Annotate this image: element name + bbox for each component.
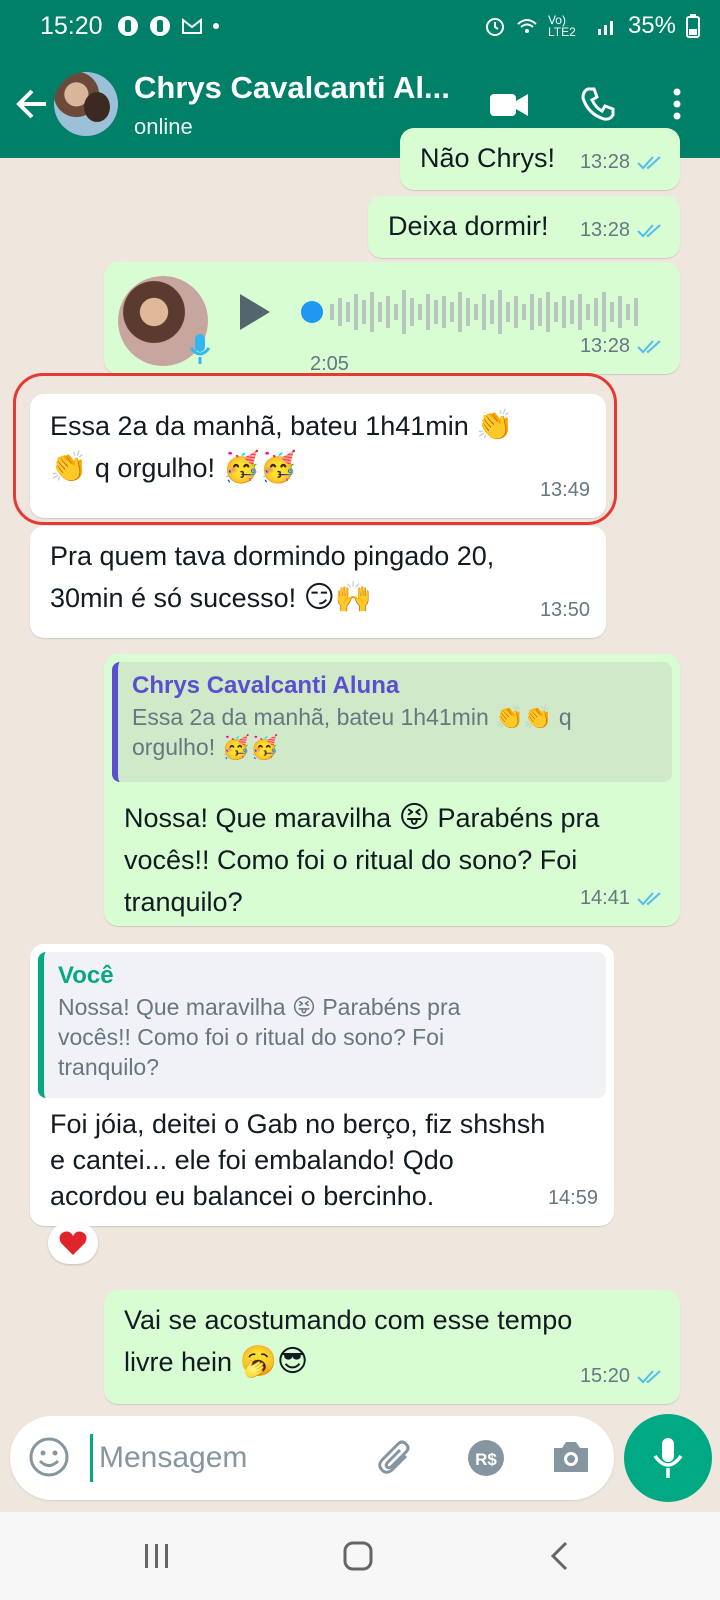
emoji-icon[interactable] (28, 1436, 70, 1478)
quote-text-line: tranquilo? (58, 1054, 160, 1080)
alarm-icon (485, 18, 504, 36)
quote-text-line: Parabéns pra (322, 994, 461, 1020)
message-meta: 13:50 (540, 590, 590, 630)
phone-call-icon[interactable] (580, 86, 616, 122)
message-meta: 15:20 (580, 1356, 664, 1396)
camera-icon[interactable] (550, 1438, 592, 1476)
message-time: 14:59 (547, 1187, 598, 1209)
message-meta: 13:28 (580, 142, 664, 182)
read-ticks-icon (637, 156, 661, 170)
message-text: Deixa dormir! (388, 211, 549, 241)
quoted-message[interactable]: Chrys Cavalcanti Aluna Essa 2a da manhã,… (112, 662, 672, 782)
tongue-wink-emoji: 😝 (398, 801, 430, 834)
read-ticks-icon (637, 1370, 661, 1384)
battery-icon (686, 14, 700, 38)
voice-message[interactable]: 2:05 13:28 (104, 262, 680, 375)
wifi-icon (517, 19, 537, 33)
message-text-line: Vai se acostumando com esse tempo (124, 1305, 573, 1335)
message-input-bar: R$ (10, 1416, 614, 1500)
message-meta: 13:28 (580, 326, 664, 366)
message-text-line: livre hein (124, 1347, 233, 1377)
message-time: 13:28 (579, 151, 630, 173)
system-nav-bar (0, 1512, 720, 1600)
payment-icon[interactable]: R$ (466, 1438, 506, 1478)
recent-apps-icon[interactable] (142, 1540, 172, 1572)
message-text-line: Parabéns pra (437, 803, 600, 833)
attach-icon[interactable] (376, 1436, 416, 1480)
message-outgoing[interactable]: Deixa dormir! 13:28 (368, 196, 680, 258)
message-text-line: vocês!! Como foi o ritual do sono? Foi (124, 845, 578, 875)
yawn-sunglasses-emoji: 🥱😎 (239, 1345, 309, 1378)
read-ticks-icon (637, 340, 661, 354)
video-call-icon[interactable] (488, 86, 530, 122)
quote-text-line: q (558, 704, 572, 730)
message-time: 13:50 (539, 599, 590, 621)
message-text-line: 30min é só sucesso! (50, 583, 297, 613)
status-bar: 15:20 Vo) LTE2 35% (0, 0, 720, 52)
message-meta: 14:59 (548, 1178, 598, 1218)
quoted-message[interactable]: Você Nossa! Que maravilha 😝 Parabéns pra… (38, 952, 606, 1098)
message-input[interactable] (90, 1434, 360, 1482)
notification-icon (117, 16, 138, 36)
clapping-hands-emoji: 👏👏 (495, 704, 553, 730)
svg-text:R$: R$ (475, 1450, 497, 1469)
message-meta: 13:28 (580, 210, 664, 250)
message-outgoing[interactable]: Chrys Cavalcanti Aluna Essa 2a da manhã,… (104, 654, 680, 926)
smirk-emoji: 😏🙌 (303, 581, 373, 614)
tongue-wink-emoji: 😝 (291, 994, 316, 1020)
reaction-badge[interactable] (48, 1222, 98, 1264)
microphone-icon (653, 1438, 683, 1478)
read-ticks-icon (637, 224, 661, 238)
quote-author: Você (58, 962, 114, 989)
message-text-line: acordou eu balancei o bercinho. (50, 1181, 435, 1211)
more-notifications-icon (212, 23, 219, 29)
message-incoming[interactable]: Pra quem tava dormindo pingado 20, 30min… (30, 526, 606, 638)
contact-name[interactable]: Chrys Cavalcanti Al... (134, 70, 450, 106)
voice-record-button[interactable] (624, 1414, 712, 1502)
message-text-line: tranquilo? (124, 887, 243, 917)
highlight-outline (13, 373, 617, 525)
contact-status: online (134, 114, 193, 139)
quote-text-line: orgulho! (132, 734, 216, 760)
quote-text-line: Nossa! Que maravilha (58, 994, 286, 1020)
message-text-line: Foi jóia, deitei o Gab no berço, fiz shs… (50, 1109, 546, 1139)
status-time: 15:20 (40, 11, 103, 40)
message-time: 13:28 (579, 335, 630, 357)
more-options-icon[interactable] (665, 86, 689, 122)
message-incoming[interactable]: Você Nossa! Que maravilha 😝 Parabéns pra… (30, 944, 614, 1226)
party-face-emoji: 🥳🥳 (221, 734, 279, 760)
message-outgoing[interactable]: Não Chrys! 13:28 (400, 128, 680, 190)
network-label: Vo) LTE2 (547, 13, 576, 39)
message-meta: 14:41 (580, 878, 664, 918)
message-time: 14:41 (579, 887, 630, 909)
read-ticks-icon (637, 892, 661, 906)
contact-avatar[interactable] (54, 72, 118, 136)
play-icon[interactable] (236, 290, 272, 334)
quote-text-line: vocês!! Como foi o ritual do sono? Foi (58, 1024, 445, 1050)
quote-text-line: Essa 2a da manhã, bateu 1h41min (132, 704, 489, 730)
message-time: 15:20 (579, 1365, 630, 1387)
message-outgoing[interactable]: Vai se acostumando com esse tempo livre … (104, 1290, 680, 1404)
signal-icon (597, 21, 613, 35)
home-icon[interactable] (342, 1540, 374, 1572)
back-arrow-icon[interactable] (14, 84, 50, 124)
message-text-line: Pra quem tava dormindo pingado 20, (50, 541, 495, 571)
back-icon[interactable] (548, 1540, 570, 1572)
heart-icon (59, 1231, 87, 1255)
message-text-line: Nossa! Que maravilha (124, 803, 392, 833)
notification-icon (149, 16, 170, 36)
gmail-icon (181, 17, 202, 34)
message-text-line: e cantei... ele foi embalando! Qdo (50, 1145, 454, 1175)
quote-author: Chrys Cavalcanti Aluna (132, 672, 400, 699)
microphone-icon (189, 334, 211, 364)
message-time: 13:28 (579, 219, 630, 241)
battery-percent: 35% (627, 12, 676, 39)
message-text: Não Chrys! (420, 143, 556, 173)
